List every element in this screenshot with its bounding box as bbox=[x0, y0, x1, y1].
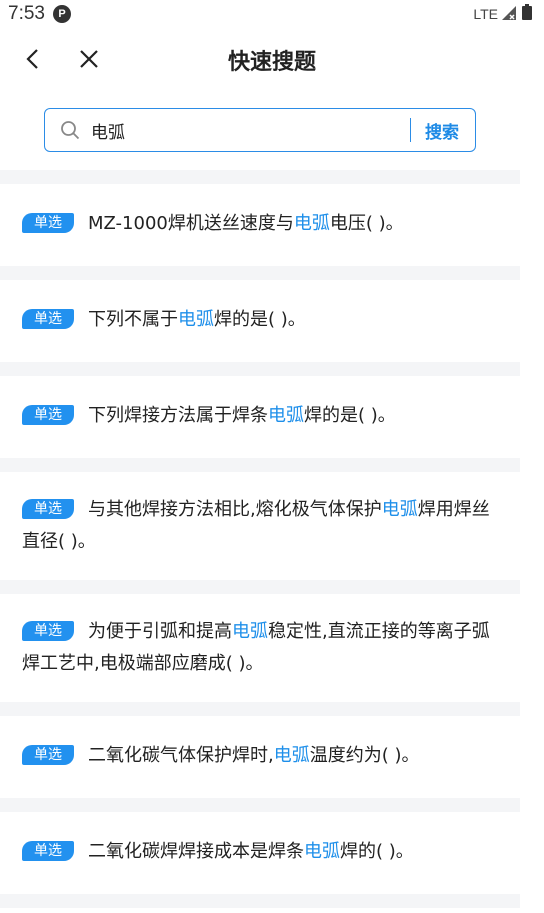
question-keyword: 电弧 bbox=[293, 213, 330, 234]
signal-icon bbox=[502, 5, 518, 24]
question-text-before: 二氧化碳气体保护焊时, bbox=[88, 745, 274, 766]
question-text-before: 下列不属于 bbox=[88, 309, 178, 330]
question-item[interactable]: 单选 二氧化碳气体保护焊时,电弧温度约为( )。 bbox=[0, 716, 520, 798]
question-item[interactable]: 单选 二氧化碳焊焊接成本是焊条电弧焊的( )。 bbox=[0, 812, 520, 894]
status-time: 7:53 bbox=[8, 3, 45, 24]
search-icon bbox=[59, 119, 81, 141]
question-type-badge: 单选 bbox=[22, 841, 74, 861]
question-text-after: 电压( )。 bbox=[329, 213, 404, 234]
status-bar: 7:53 P LTE bbox=[0, 0, 544, 28]
question-text-before: 下列焊接方法属于焊条 bbox=[88, 405, 268, 426]
question-type-badge: 单选 bbox=[22, 499, 74, 519]
question-text-after: 焊的是( )。 bbox=[304, 405, 396, 426]
status-left: 7:53 P bbox=[8, 3, 71, 25]
question-item[interactable]: 单选 下列焊接方法属于焊条电弧焊的是( )。 bbox=[0, 376, 520, 458]
battery-icon bbox=[522, 4, 532, 24]
question-text-before: 二氧化碳焊焊接成本是焊条 bbox=[88, 841, 304, 862]
question-keyword: 电弧 bbox=[273, 745, 310, 766]
page-title: 快速搜题 bbox=[227, 50, 316, 75]
question-text-before: 与其他焊接方法相比,熔化极气体保护 bbox=[88, 499, 382, 520]
question-type-badge: 单选 bbox=[22, 213, 74, 233]
divider bbox=[0, 458, 520, 472]
question-type-badge: 单选 bbox=[22, 745, 74, 765]
question-keyword: 电弧 bbox=[232, 621, 268, 642]
question-keyword: 电弧 bbox=[304, 841, 340, 862]
question-text-before: 为便于引弧和提高 bbox=[88, 621, 232, 642]
network-type: LTE bbox=[473, 6, 498, 22]
question-keyword: 电弧 bbox=[178, 309, 214, 330]
question-text-after: 焊的是( )。 bbox=[214, 309, 306, 330]
question-item[interactable]: 单选 下列不属于电弧焊的是( )。 bbox=[0, 280, 520, 362]
status-right: LTE bbox=[473, 4, 532, 24]
nav-bar: 快速搜题 bbox=[0, 38, 544, 80]
divider bbox=[0, 702, 520, 716]
question-list: 单选 MZ-1000焊机送丝速度与电弧电压( )。 单选 下列不属于电弧焊的是( )… bbox=[0, 170, 520, 908]
question-type-badge: 单选 bbox=[22, 309, 74, 329]
search-input[interactable] bbox=[89, 119, 410, 141]
divider bbox=[0, 798, 520, 812]
question-keyword: 电弧 bbox=[381, 499, 418, 520]
divider bbox=[0, 266, 520, 280]
divider bbox=[0, 580, 520, 594]
divider bbox=[0, 894, 520, 908]
question-item[interactable]: 单选 MZ-1000焊机送丝速度与电弧电压( )。 bbox=[0, 184, 520, 266]
divider bbox=[0, 170, 520, 184]
question-item[interactable]: 单选 与其他焊接方法相比,熔化极气体保护电弧焊用焊丝直径( )。 bbox=[0, 472, 520, 580]
search-button[interactable]: 搜索 bbox=[411, 118, 475, 143]
question-keyword: 电弧 bbox=[268, 405, 304, 426]
notification-p-icon: P bbox=[52, 5, 71, 23]
question-type-badge: 单选 bbox=[22, 405, 74, 425]
question-text-after: 温度约为( )。 bbox=[309, 745, 420, 766]
divider bbox=[0, 362, 520, 376]
question-text-before: MZ-1000焊机送丝速度与 bbox=[88, 213, 294, 234]
question-item[interactable]: 单选 为便于引弧和提高电弧稳定性,直流正接的等离子弧焊工艺中,电极端部应磨成( )… bbox=[0, 594, 520, 702]
question-type-badge: 单选 bbox=[22, 621, 74, 641]
question-text-after: 焊的( )。 bbox=[340, 841, 414, 862]
search-box: 搜索 bbox=[44, 108, 476, 152]
